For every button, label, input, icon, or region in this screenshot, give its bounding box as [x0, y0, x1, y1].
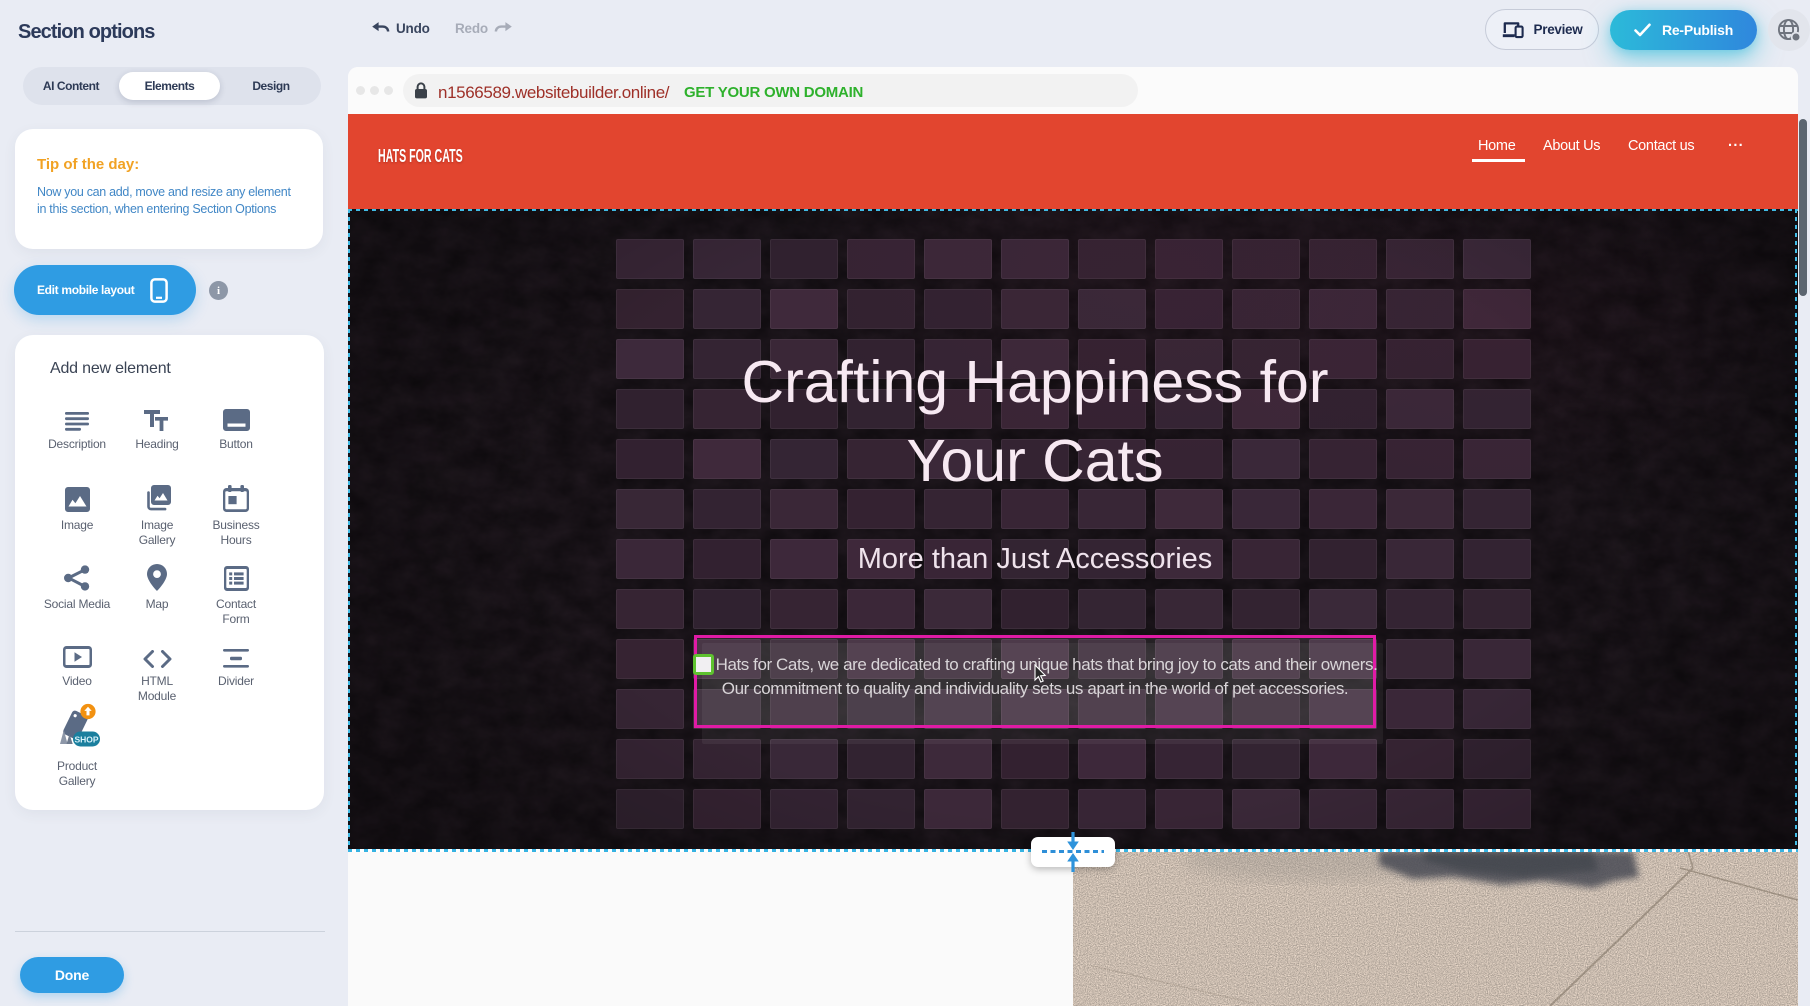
svg-text:SHOP: SHOP [74, 735, 98, 745]
